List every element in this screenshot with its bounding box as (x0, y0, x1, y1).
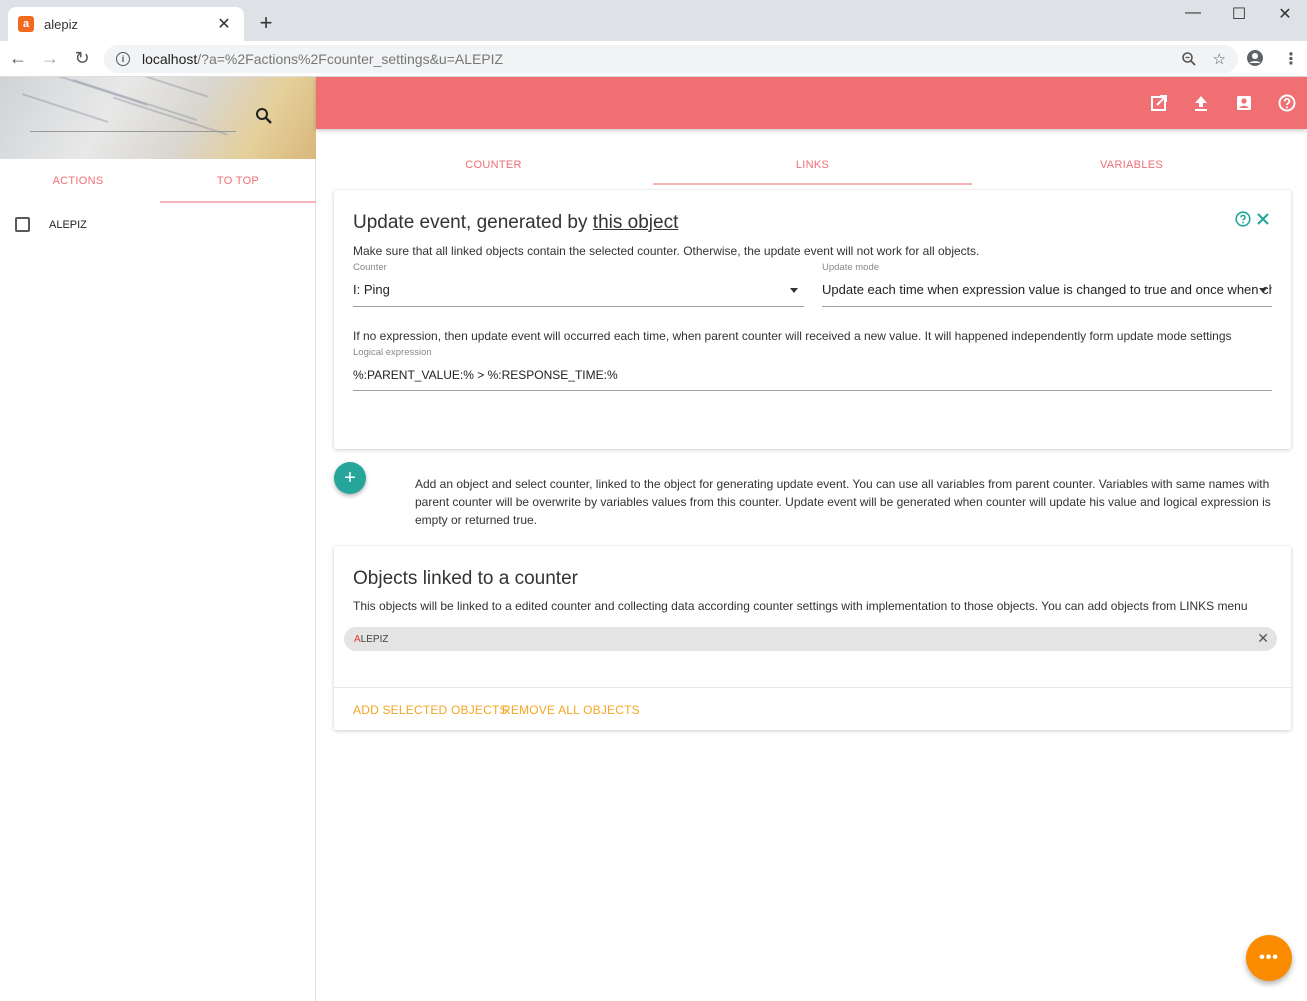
linked-objects-title: Objects linked to a counter (353, 568, 578, 589)
tab-to-top[interactable]: TO TOP (160, 159, 316, 203)
chip-initial: A (354, 633, 361, 645)
upload-icon[interactable] (1191, 93, 1211, 113)
update-event-title-text: Update event, generated by (353, 212, 593, 233)
add-object-button[interactable]: + (334, 462, 366, 494)
add-selected-objects-button[interactable]: ADD SELECTED OBJECTS (353, 703, 508, 717)
back-icon[interactable]: ← (6, 48, 30, 69)
chip-close-icon[interactable]: ✕ (1257, 630, 1269, 647)
minimize-icon[interactable]: — (1170, 4, 1216, 22)
update-mode-underline (822, 306, 1272, 307)
favicon-icon: a (18, 16, 34, 32)
logical-expression-label: Logical expression (353, 347, 432, 358)
browser-tab[interactable]: a alepiz ✕ (8, 7, 244, 41)
zoom-icon[interactable] (1181, 51, 1197, 67)
logical-expression-underline (353, 390, 1272, 391)
counter-underline (353, 306, 804, 307)
search-input[interactable] (30, 131, 236, 132)
top-app-bar (316, 77, 1307, 129)
update-mode-label: Update mode (822, 262, 880, 273)
left-tabs: ACTIONS TO TOP (0, 159, 316, 203)
main-tabs: COUNTER LINKS VARIABLES (334, 145, 1291, 185)
left-panel: ACTIONS TO TOP ALEPIZ (0, 77, 316, 1001)
tab-links[interactable]: LINKS (653, 145, 972, 185)
expression-hint: If no expression, then update event will… (353, 329, 1232, 343)
tab-counter[interactable]: COUNTER (334, 145, 653, 185)
search-icon[interactable] (254, 106, 274, 126)
url-text: localhost/?a=%2Factions%2Fcounter_settin… (142, 51, 1165, 67)
object-checkbox[interactable] (15, 217, 30, 232)
bookmark-star-icon[interactable]: ☆ (1213, 50, 1226, 68)
window-close-icon[interactable]: ✕ (1262, 4, 1307, 24)
counter-select[interactable]: I: Ping (353, 282, 773, 297)
profile-icon[interactable] (1246, 49, 1264, 67)
logical-expression-input[interactable]: %:PARENT_VALUE:% > %:RESPONSE_TIME:% (353, 368, 1253, 382)
close-icon[interactable] (1256, 212, 1270, 226)
browser-tabstrip: a alepiz ✕ + — ☐ ✕ (0, 0, 1307, 41)
address-bar[interactable]: i localhost/?a=%2Factions%2Fcounter_sett… (104, 45, 1238, 73)
forward-icon[interactable]: → (38, 48, 62, 69)
tab-actions[interactable]: ACTIONS (0, 159, 156, 203)
maximize-icon[interactable]: ☐ (1216, 4, 1262, 24)
card-action-divider (334, 687, 1291, 688)
linked-objects-card: Objects linked to a counter This objects… (334, 546, 1291, 730)
url-path: /?a=%2Factions%2Fcounter_settings&u=ALEP… (197, 51, 504, 67)
open-in-new-icon[interactable] (1149, 93, 1169, 113)
object-list-item[interactable]: ALEPIZ (15, 217, 87, 232)
linked-objects-description: This objects will be linked to a edited … (353, 599, 1248, 613)
left-header-image (0, 77, 316, 159)
remove-all-objects-button[interactable]: REMOVE ALL OBJECTS (502, 703, 640, 717)
url-host: localhost (142, 51, 198, 67)
add-object-hint: Add an object and select counter, linked… (415, 477, 1271, 527)
counter-label: Counter (353, 262, 387, 273)
tab-title: alepiz (44, 16, 78, 32)
update-event-description: Make sure that all linked objects contai… (353, 244, 980, 258)
help-circle-icon[interactable] (1235, 211, 1251, 227)
more-icon[interactable]: ••• (1246, 935, 1292, 981)
browser-toolbar: ← → ↻ i localhost/?a=%2Factions%2Fcounte… (0, 41, 1307, 77)
update-event-title: Update event, generated by this object (353, 212, 678, 234)
object-label: ALEPIZ (49, 218, 87, 231)
account-box-icon[interactable] (1234, 93, 1254, 113)
reload-icon[interactable]: ↻ (70, 48, 94, 69)
update-mode-dropdown-icon[interactable] (1259, 288, 1267, 293)
menu-kebab-icon[interactable]: ⋮ (1283, 49, 1299, 69)
update-event-card: Update event, generated by this object M… (334, 190, 1291, 449)
this-object-link[interactable]: this object (593, 212, 679, 233)
update-mode-select[interactable]: Update each time when expression value i… (822, 282, 1272, 297)
object-chip[interactable]: A LEPIZ ✕ (344, 627, 1277, 651)
new-tab-button[interactable]: + (256, 10, 276, 36)
chip-label: LEPIZ (360, 633, 389, 645)
help-icon[interactable] (1277, 93, 1297, 113)
info-icon[interactable]: i (116, 52, 130, 66)
tab-close-icon[interactable]: ✕ (214, 14, 234, 34)
tab-variables[interactable]: VARIABLES (972, 145, 1291, 185)
counter-dropdown-icon[interactable] (790, 288, 798, 293)
